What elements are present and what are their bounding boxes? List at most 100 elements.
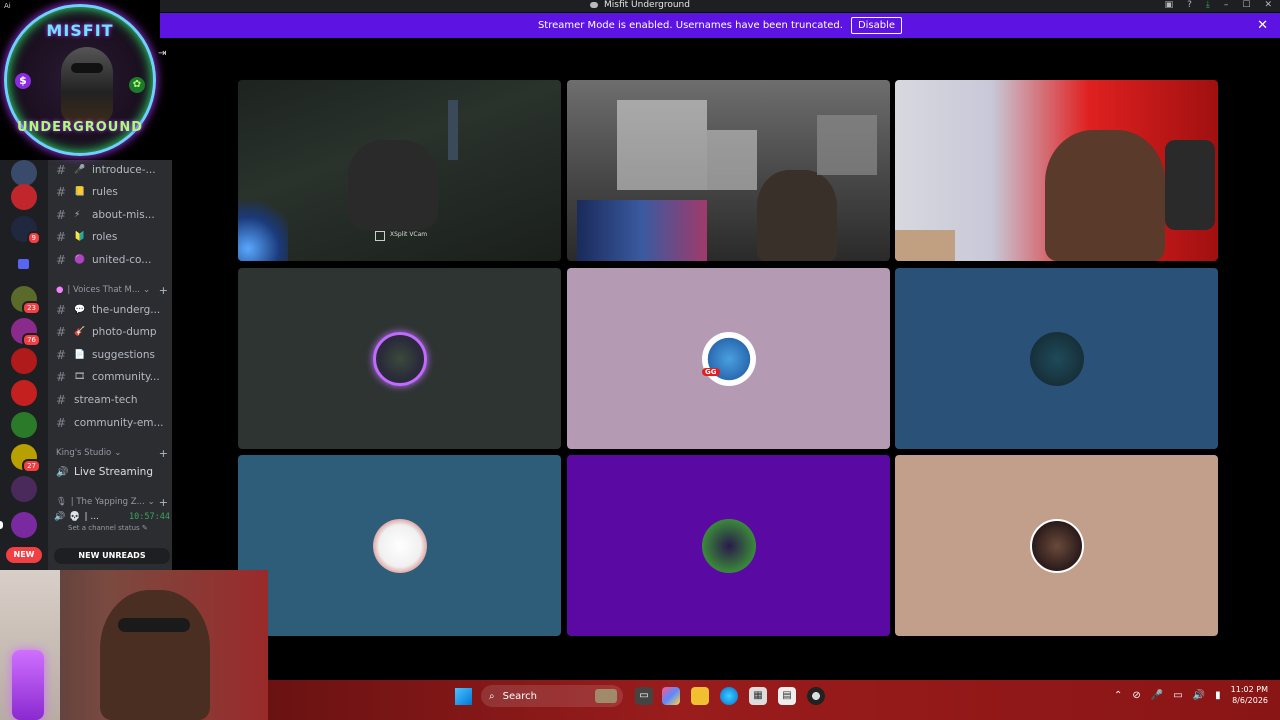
video-tile-avatar[interactable]: [895, 268, 1218, 449]
mic-icon[interactable]: 🎤: [1151, 690, 1163, 701]
task-view-icon[interactable]: ▭: [635, 687, 653, 705]
gg-badge: GG: [702, 368, 720, 376]
channel-item[interactable]: # ⚡ about-mis...: [56, 205, 170, 225]
raccoon-mascot-icon: [61, 47, 113, 123]
notepad-icon[interactable]: ▤: [778, 687, 796, 705]
server-icon[interactable]: [11, 380, 37, 406]
folder-icon[interactable]: [11, 252, 37, 278]
video-tile-avatar[interactable]: [895, 455, 1218, 636]
person-silhouette: [1045, 130, 1165, 261]
voice-channel-live-streaming[interactable]: 🔊 Live Streaming: [56, 462, 170, 482]
new-unreads-button[interactable]: NEW UNREADS: [54, 548, 170, 564]
close-window-button[interactable]: ✕: [1264, 0, 1272, 10]
voice-speaker-icon: 🔊: [54, 512, 66, 522]
store-icon[interactable]: ▦: [749, 687, 767, 705]
channel-list: # 🎤 introduce-... # 📒 rules # ⚡ about-mis... #…: [48, 160, 172, 570]
display-icon[interactable]: ▭: [1173, 690, 1182, 701]
video-tile-avatar[interactable]: GG: [567, 268, 890, 449]
channel-item[interactable]: # 🔰 roles: [56, 227, 170, 247]
microphone-icon: [448, 100, 458, 160]
category-kings-studio[interactable]: King's Studio ⌄ +: [56, 446, 168, 460]
voice-user-name: | ...: [84, 512, 99, 522]
hash-icon: #: [56, 303, 67, 317]
new-unreads-pill[interactable]: NEW: [6, 547, 42, 563]
streamer-facecam: [0, 570, 268, 720]
category-yapping[interactable]: 🎙 | The Yapping Z... ⌄ +: [56, 495, 168, 509]
server-icon[interactable]: [11, 348, 37, 374]
help-icon[interactable]: ?: [1187, 0, 1192, 10]
server-icon[interactable]: 23: [11, 286, 41, 315]
server-icon-active[interactable]: [0, 512, 37, 538]
chevron-up-icon[interactable]: ⌃: [1114, 690, 1122, 701]
category-voices[interactable]: ● | Voices That M... ⌄ +: [56, 283, 168, 297]
windows-start-icon[interactable]: [455, 688, 472, 705]
banner-message: Streamer Mode is enabled. Usernames have…: [537, 20, 843, 31]
vcam-logo-icon: [375, 231, 385, 241]
server-icon[interactable]: [11, 476, 37, 502]
dollar-icon: $: [15, 73, 31, 89]
collapse-toggle-icon[interactable]: ⇥: [158, 48, 166, 59]
taskbar-clock[interactable]: 11:02 PM 8/6/2026: [1231, 684, 1268, 706]
hash-icon: #: [56, 325, 67, 339]
server-icon[interactable]: [11, 184, 37, 210]
obs-icon[interactable]: [807, 687, 825, 705]
channel-item[interactable]: # 🎞 community...: [56, 367, 170, 387]
server-icon[interactable]: 76: [11, 318, 41, 347]
copilot-icon[interactable]: [662, 687, 680, 705]
add-channel-icon[interactable]: +: [159, 496, 168, 509]
hash-icon: #: [56, 393, 67, 407]
add-channel-icon[interactable]: +: [159, 447, 168, 460]
mention-badge: 9: [26, 231, 41, 245]
brain-icon: ●: [56, 285, 64, 295]
maximize-button[interactable]: ☐: [1242, 0, 1250, 10]
video-tile-avatar[interactable]: [567, 455, 890, 636]
chevron-down-icon: ⌄: [143, 285, 151, 295]
server-icon[interactable]: 27: [11, 444, 41, 473]
channel-item[interactable]: # 🟣 united-co...: [56, 250, 170, 270]
hash-icon: #: [56, 163, 67, 177]
user-avatar: [701, 331, 756, 386]
server-icon[interactable]: [11, 412, 37, 438]
add-channel-icon[interactable]: +: [159, 284, 168, 297]
mention-badge: 27: [22, 459, 41, 473]
user-avatar: [1029, 331, 1084, 386]
video-tile-camera[interactable]: [567, 80, 890, 261]
video-tile-avatar[interactable]: [238, 268, 561, 449]
download-icon[interactable]: ⤓: [1206, 0, 1210, 10]
chevron-down-icon: ⌄: [114, 448, 122, 458]
hash-icon: #: [56, 370, 67, 384]
mic-icon: 🎙: [56, 497, 67, 507]
channel-item[interactable]: # 💬 the-underg...: [56, 300, 170, 320]
disable-streamer-mode-button[interactable]: Disable: [850, 17, 903, 34]
logo-badge: MISFIT $ ✿ UNDERGROUND: [4, 4, 156, 156]
channel-item[interactable]: # 🎸 photo-dump: [56, 322, 170, 342]
channel-item[interactable]: # 📄 suggestions: [56, 345, 170, 365]
voice-connected-row[interactable]: 🔊 💀 | ... 10:57:44 Set a channel status …: [54, 512, 170, 536]
edit-pencil-icon: ✎: [141, 524, 148, 532]
network-off-icon[interactable]: ⊘: [1132, 690, 1140, 701]
server-icon[interactable]: [11, 160, 37, 186]
inbox-icon[interactable]: ▣: [1165, 0, 1174, 10]
edge-browser-icon[interactable]: [720, 687, 738, 705]
channel-item[interactable]: # 📒 rules: [56, 182, 170, 202]
video-tile-avatar[interactable]: [238, 455, 561, 636]
channel-item[interactable]: # stream-tech: [56, 390, 170, 410]
leaf-icon: ✿: [129, 77, 145, 93]
mention-badge: 76: [22, 333, 41, 347]
channel-status-text: Set a channel status: [68, 524, 140, 532]
minimize-button[interactable]: –: [1224, 0, 1229, 10]
file-explorer-icon[interactable]: [691, 687, 709, 705]
volume-icon[interactable]: 🔊: [1193, 690, 1205, 701]
taskbar-search[interactable]: ⌕ Search: [481, 685, 623, 707]
screen: Misfit Underground ▣ ? ⤓ – ☐ ✕ Streamer …: [0, 0, 1280, 720]
monitor-screen: [577, 200, 707, 261]
windows-taskbar: ⌕ Search ▭ ▦ ▤ ⌃ ⊘ 🎤 ▭ 🔊 ▮ 11:02 PM 8/6/…: [268, 680, 1280, 720]
battery-icon[interactable]: ▮: [1215, 690, 1221, 701]
video-tile-camera[interactable]: [895, 80, 1218, 261]
video-tile-camera[interactable]: XSplit VCam: [238, 80, 561, 261]
close-banner-icon[interactable]: ✕: [1257, 18, 1268, 33]
voice-timer: 10:57:44: [129, 512, 170, 522]
channel-item[interactable]: # 🎤 introduce-...: [56, 160, 170, 180]
channel-item[interactable]: # community-em...: [56, 413, 170, 433]
server-icon[interactable]: 9: [11, 216, 41, 245]
